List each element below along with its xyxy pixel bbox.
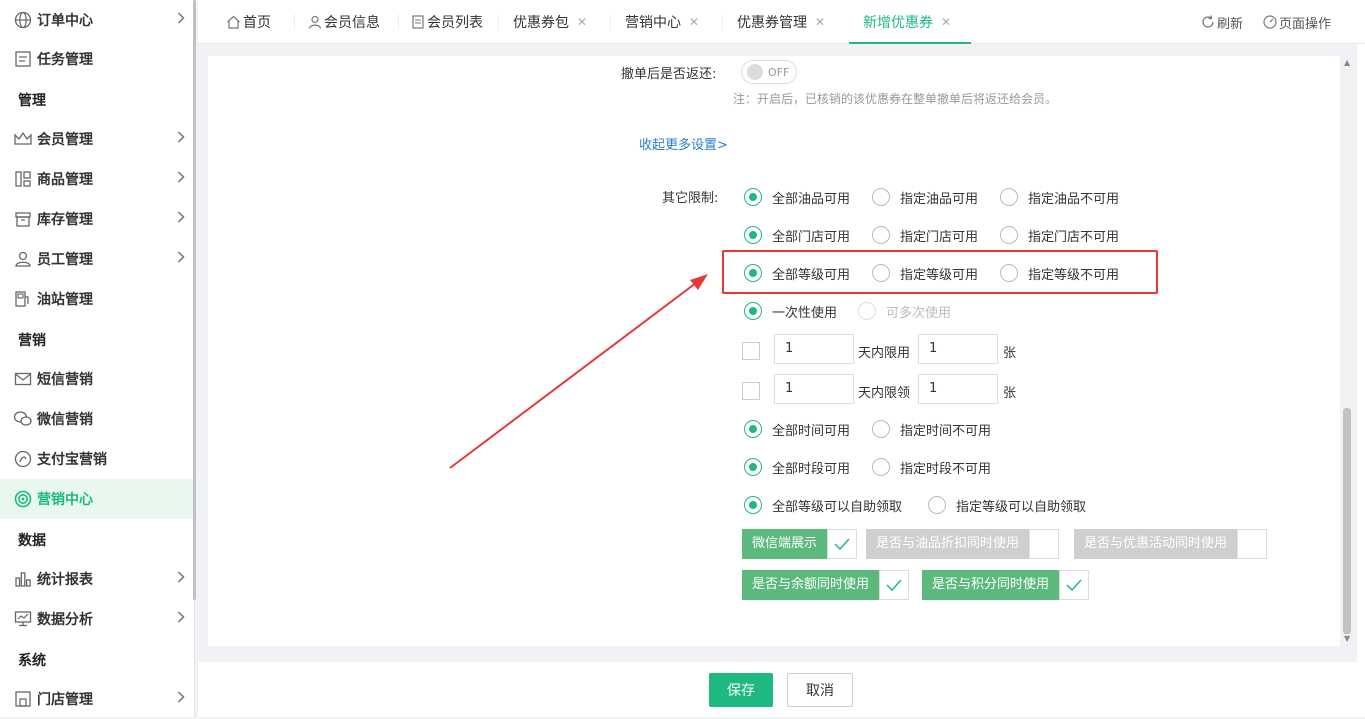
annotation-arrow xyxy=(449,274,708,469)
content-scrollbar[interactable]: ▲ ▼ xyxy=(1341,56,1353,646)
right-edge-panel xyxy=(1357,44,1365,717)
scroll-down-arrow-icon[interactable]: ▼ xyxy=(1344,634,1350,643)
scroll-thumb[interactable] xyxy=(1343,408,1351,634)
save-button[interactable]: 保存 xyxy=(709,673,773,707)
form-footer xyxy=(198,662,1365,717)
cancel-button[interactable]: 取消 xyxy=(787,673,853,707)
scroll-up-arrow-icon[interactable]: ▲ xyxy=(1344,58,1350,67)
